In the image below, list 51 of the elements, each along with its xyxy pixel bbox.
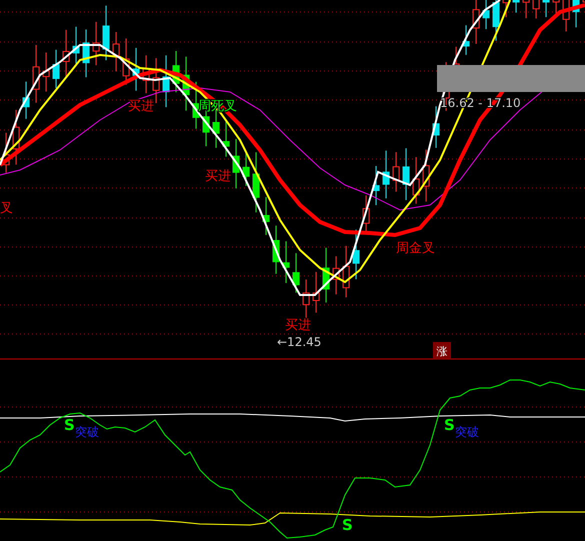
candlestick <box>382 150 390 199</box>
badge-label: 涨 <box>436 345 448 358</box>
candlestick <box>272 225 280 274</box>
signal-label: 周金叉 <box>396 241 435 256</box>
candlestick <box>32 44 40 104</box>
candlestick <box>462 24 470 56</box>
candlestick <box>322 247 330 303</box>
badge-background <box>433 342 451 359</box>
signal-mark: S <box>444 416 455 434</box>
candlestick <box>262 196 270 236</box>
candlestick <box>482 0 490 30</box>
candlestick <box>232 138 240 189</box>
candlestick <box>372 166 380 206</box>
signal-label: 买进 <box>205 169 231 184</box>
candlestick <box>242 150 250 187</box>
candlestick <box>312 271 320 314</box>
candlestick <box>152 58 160 104</box>
candlestick <box>42 52 50 92</box>
candlestick <box>512 0 520 14</box>
candlestick <box>282 240 290 284</box>
candlestick <box>72 26 80 64</box>
candlestick <box>292 252 300 294</box>
candlestick <box>432 106 440 148</box>
candlestick <box>332 256 340 295</box>
candlestick <box>52 49 60 89</box>
candlestick <box>252 152 260 213</box>
candlestick <box>222 119 230 158</box>
candlestick <box>492 0 500 42</box>
candlestick <box>22 81 30 120</box>
candlestick <box>102 5 110 61</box>
candlestick <box>412 156 420 204</box>
signal-label: 叉 <box>0 201 13 216</box>
signal-label: 突破 <box>455 425 479 439</box>
signal-label: 买进 <box>285 318 311 333</box>
candlestick <box>542 0 550 18</box>
candlestick <box>572 0 580 28</box>
candlestick <box>352 229 360 280</box>
candlestick <box>62 29 70 78</box>
low-price-label: ←12.45 <box>277 335 322 349</box>
signal-label: 买进 <box>128 99 154 114</box>
candlestick <box>112 31 120 72</box>
signal-mark: S <box>342 516 353 534</box>
candlestick <box>392 152 400 192</box>
candlestick <box>162 54 170 108</box>
candlestick <box>92 21 100 66</box>
signal-mark: S <box>64 416 75 434</box>
candlestick <box>142 54 150 94</box>
candlestick <box>402 148 410 201</box>
candlestick <box>12 109 20 166</box>
signal-label: 突破 <box>75 425 99 439</box>
candlestick <box>342 245 350 298</box>
